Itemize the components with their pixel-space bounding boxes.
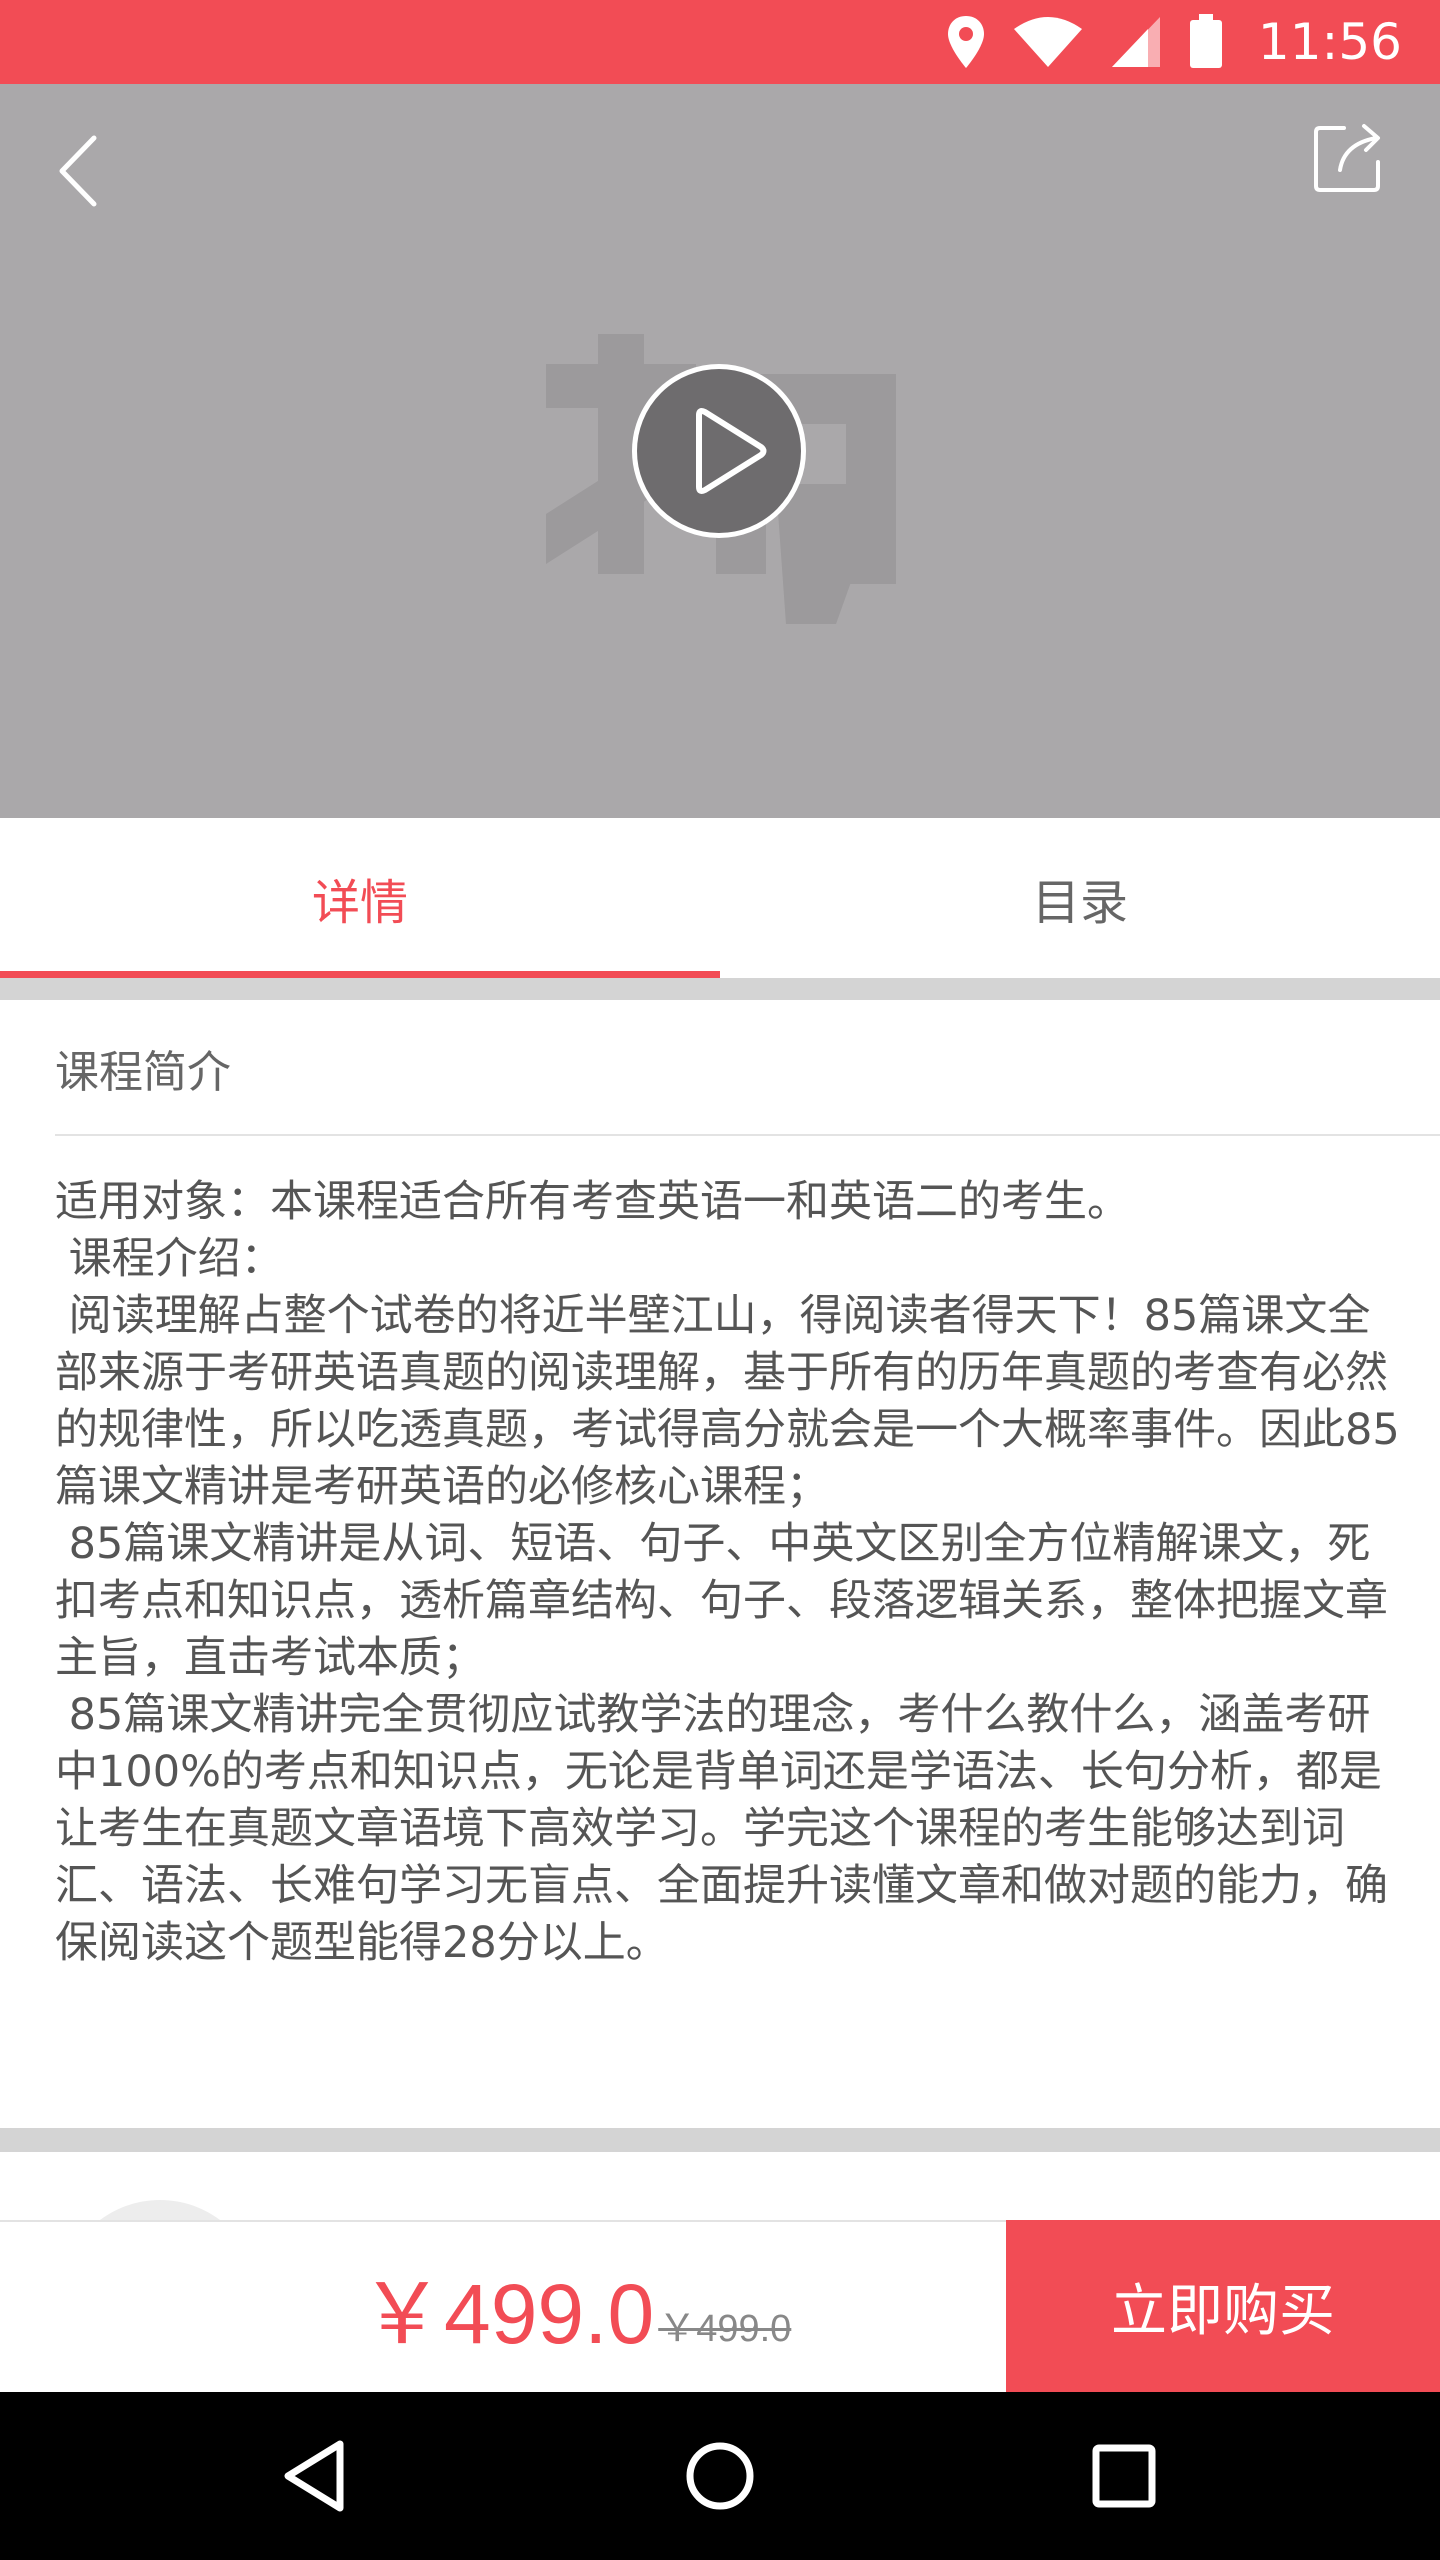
location-icon [947, 16, 984, 68]
teacher-card-peek [0, 2152, 1440, 2220]
section-separator [0, 978, 1440, 1000]
nav-back-icon[interactable] [266, 2426, 366, 2526]
tab-catalog-label: 目录 [1031, 875, 1128, 931]
section-title: 课程简介 [55, 1047, 231, 1098]
battery-icon [1189, 14, 1222, 68]
tab-active-indicator [0, 971, 720, 978]
avatar [60, 2200, 260, 2220]
price-current: ￥499.0 [360, 2266, 655, 2361]
section-title-divider [55, 1134, 1440, 1136]
purchase-bar: ￥499.0 ￥499.0 立即购买 [0, 2220, 1440, 2392]
tab-bar: 详情 目录 [0, 818, 1440, 978]
status-bar: 11:56 [0, 0, 1440, 84]
price-group: ￥499.0 ￥499.0 [360, 2222, 791, 2392]
course-intro-section: 课程简介 适用对象：本课程适合所有考查英语一和英语二的考生。 课程介绍： 阅读理… [0, 1000, 1440, 2128]
nav-home-icon[interactable] [670, 2426, 770, 2526]
system-nav-bar [0, 2392, 1440, 2560]
signal-icon [1111, 17, 1160, 67]
status-time: 11:56 [1257, 13, 1402, 71]
tab-catalog[interactable]: 目录 [720, 818, 1440, 978]
share-icon[interactable] [1310, 120, 1386, 196]
video-player[interactable] [0, 84, 1440, 818]
play-icon [696, 408, 767, 494]
back-arrow-icon[interactable] [50, 126, 110, 216]
nav-recents-icon[interactable] [1074, 2426, 1174, 2526]
course-intro-text: 适用对象：本课程适合所有考查英语一和英语二的考生。 课程介绍： 阅读理解占整个试… [55, 1177, 1400, 1968]
price-original: ￥499.0 [658, 2307, 792, 2350]
buy-now-button[interactable]: 立即购买 [1006, 2220, 1440, 2392]
section-separator-bottom [0, 2128, 1440, 2152]
tab-details-label: 详情 [311, 875, 408, 931]
play-button[interactable] [632, 364, 806, 538]
tab-details[interactable]: 详情 [0, 818, 720, 978]
wifi-icon [1013, 17, 1082, 67]
